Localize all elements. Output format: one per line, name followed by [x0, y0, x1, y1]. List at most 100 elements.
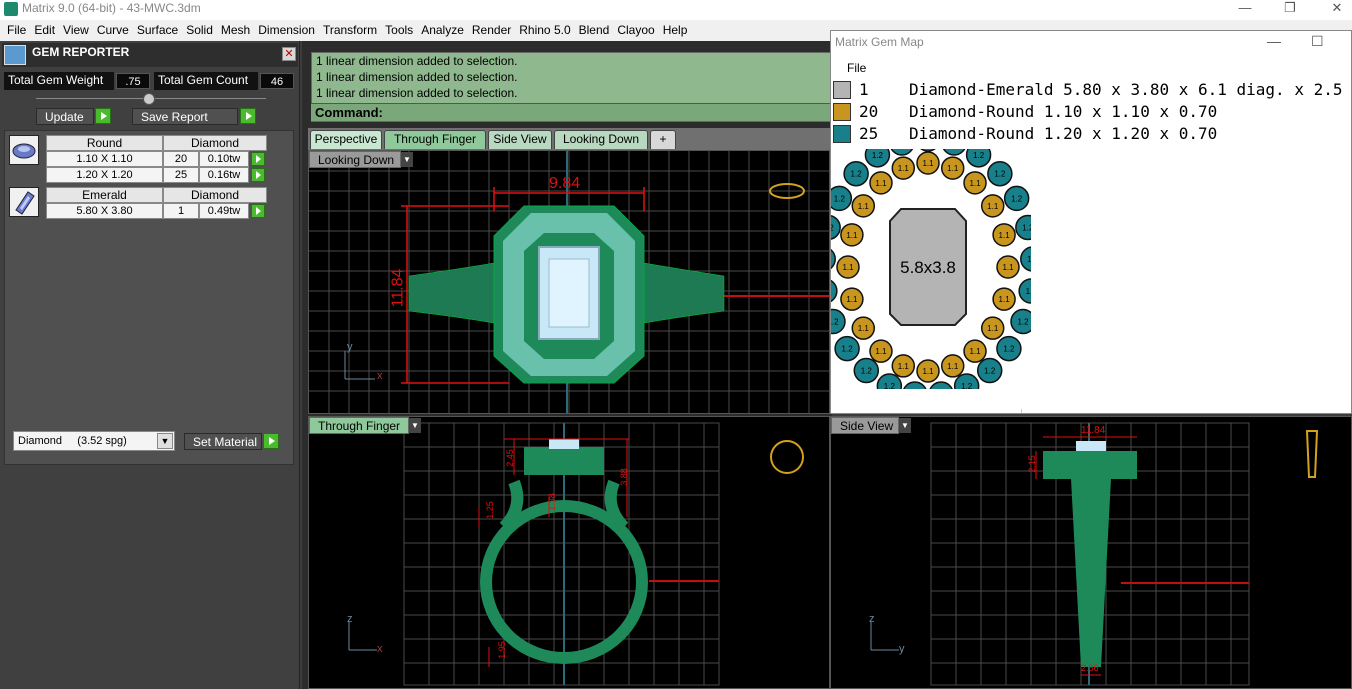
viewport-side-view[interactable]: 11.84 2.15 2.66 z y Side View ▼ — [830, 416, 1352, 689]
outer-gem: 1.2 — [920, 149, 936, 152]
viewport-label[interactable]: Looking Down — [309, 151, 401, 168]
emerald-gem-icon — [9, 187, 39, 217]
update-go-icon[interactable] — [95, 108, 111, 124]
collapse-handle-icon[interactable] — [143, 93, 155, 105]
svg-text:1.2: 1.2 — [973, 151, 985, 160]
select-gem-icon[interactable] — [251, 168, 265, 182]
gem-weight: 0.10tw — [199, 151, 249, 167]
menu-solid[interactable]: Solid — [182, 20, 217, 41]
gem-reporter-icon — [4, 45, 26, 65]
menu-render[interactable]: Render — [468, 20, 515, 41]
menu-file[interactable]: File — [3, 20, 30, 41]
set-material-go-icon[interactable] — [263, 433, 279, 449]
update-button[interactable]: Update — [36, 108, 94, 125]
gem-size: 1.10 X 1.10 — [46, 151, 163, 167]
svg-text:1.1: 1.1 — [999, 295, 1011, 304]
through-finger-drawing — [348, 422, 804, 686]
svg-text:1.1: 1.1 — [947, 362, 959, 371]
material-select[interactable]: Diamond (3.52 spg) — [13, 431, 175, 451]
gem-map-count: 1 — [859, 80, 869, 99]
inner-gem: 1.1 — [963, 339, 987, 363]
app-icon — [4, 2, 18, 16]
menu-view[interactable]: View — [59, 20, 93, 41]
close-button[interactable]: ✕ — [1322, 0, 1352, 18]
dimension-label: 1.38 — [546, 493, 557, 511]
viewport-label[interactable]: Through Finger — [309, 417, 409, 434]
inner-gem: 1.1 — [851, 194, 876, 218]
svg-text:1.1: 1.1 — [999, 231, 1011, 240]
total-count-label: Total Gem Count — [154, 72, 258, 90]
menu-help[interactable]: Help — [659, 20, 692, 41]
svg-text:1.2: 1.2 — [851, 170, 863, 179]
select-gem-icon[interactable] — [251, 204, 265, 218]
inner-gem: 1.1 — [840, 223, 864, 247]
axis-y-label: y — [347, 341, 353, 353]
svg-text:1.1: 1.1 — [898, 362, 910, 371]
svg-text:1.1: 1.1 — [969, 179, 981, 188]
inner-gem: 1.1 — [891, 156, 916, 180]
svg-text:1.2: 1.2 — [994, 170, 1006, 179]
minimize-button[interactable]: — — [1230, 0, 1260, 18]
select-gem-icon[interactable] — [251, 152, 265, 166]
outer-gem: 1.2 — [929, 381, 953, 389]
maximize-button[interactable]: ❐ — [1275, 0, 1305, 18]
viewport-through-finger[interactable]: 2.45 3.88 1.25 1.38 1.95 z x Through Fin… — [308, 416, 830, 689]
minimize-button[interactable]: — — [1267, 33, 1281, 49]
ring-thumbnail-icon — [770, 440, 804, 474]
svg-text:1.1: 1.1 — [842, 263, 854, 272]
menu-analyze[interactable]: Analyze — [417, 20, 468, 41]
inner-gem: 1.1 — [980, 194, 1005, 218]
save-report-button[interactable]: Save Report — [132, 108, 238, 125]
menu-file[interactable]: File — [847, 61, 866, 75]
command-prompt[interactable]: Command: — [311, 103, 831, 121]
menu-clayoo[interactable]: Clayoo — [613, 20, 658, 41]
dimension-label: 2.66 — [1081, 663, 1099, 673]
svg-text:1.1: 1.1 — [846, 295, 858, 304]
inner-gem: 1.1 — [836, 255, 860, 279]
gem-map-count: 20 — [859, 102, 879, 121]
dimension-height: 11.84 — [389, 268, 407, 308]
svg-text:1.1: 1.1 — [858, 324, 870, 333]
dimension-label: 1.95 — [496, 641, 507, 659]
view-tabs: Perspective Through Finger Side View Loo… — [308, 128, 830, 150]
group-shape-emerald: Emerald — [46, 187, 163, 203]
svg-text:1.1: 1.1 — [898, 164, 910, 173]
set-material-button[interactable]: Set Material — [184, 433, 262, 450]
outer-gem: 1.2 — [987, 160, 1013, 187]
svg-text:1.1: 1.1 — [858, 202, 870, 211]
menu-mesh[interactable]: Mesh — [217, 20, 254, 41]
maximize-button[interactable]: ☐ — [1311, 33, 1324, 50]
group-shape-round: Round — [46, 135, 163, 151]
chevron-down-icon[interactable]: ▼ — [401, 152, 413, 167]
tab-through-finger[interactable]: Through Finger — [384, 130, 486, 149]
tab-side-view[interactable]: Side View — [488, 130, 552, 149]
chevron-down-icon[interactable]: ▼ — [409, 418, 421, 433]
menu-blend[interactable]: Blend — [575, 20, 614, 41]
menu-tools[interactable]: Tools — [381, 20, 417, 41]
tab-perspective[interactable]: Perspective — [310, 130, 382, 149]
menu-transform[interactable]: Transform — [319, 20, 381, 41]
round-gem-icon — [9, 135, 39, 165]
save-report-go-icon[interactable] — [240, 108, 256, 124]
menu-surface[interactable]: Surface — [133, 20, 182, 41]
gem-map-window: Matrix Gem Map — ☐ File 1 Diamond-Emeral… — [830, 30, 1352, 414]
close-icon[interactable]: ✕ — [282, 47, 296, 61]
svg-text:1.2: 1.2 — [984, 367, 996, 376]
dimension-width: 9.84 — [549, 175, 581, 192]
outer-gem: 1.2 — [1003, 185, 1030, 212]
menu-rhino[interactable]: Rhino 5.0 — [515, 20, 574, 41]
viewport-label[interactable]: Side View — [831, 417, 899, 434]
svg-text:1.1: 1.1 — [1002, 263, 1014, 272]
menu-curve[interactable]: Curve — [93, 20, 133, 41]
inner-gem: 1.1 — [940, 354, 965, 378]
menu-edit[interactable]: Edit — [30, 20, 59, 41]
tab-looking-down[interactable]: Looking Down — [554, 130, 648, 149]
viewport-looking-down[interactable]: 9.84 11.84 y x Looking Down ▼ — [308, 150, 830, 414]
chevron-down-icon[interactable]: ▼ — [899, 418, 911, 433]
menu-dimension[interactable]: Dimension — [254, 20, 319, 41]
chevron-down-icon[interactable]: ▼ — [157, 433, 173, 449]
add-tab-icon[interactable]: + — [650, 130, 676, 149]
gem-color-swatch — [833, 103, 851, 121]
outer-gem: 1.2 — [864, 149, 891, 168]
outer-gem: 1.2 — [1010, 308, 1031, 335]
